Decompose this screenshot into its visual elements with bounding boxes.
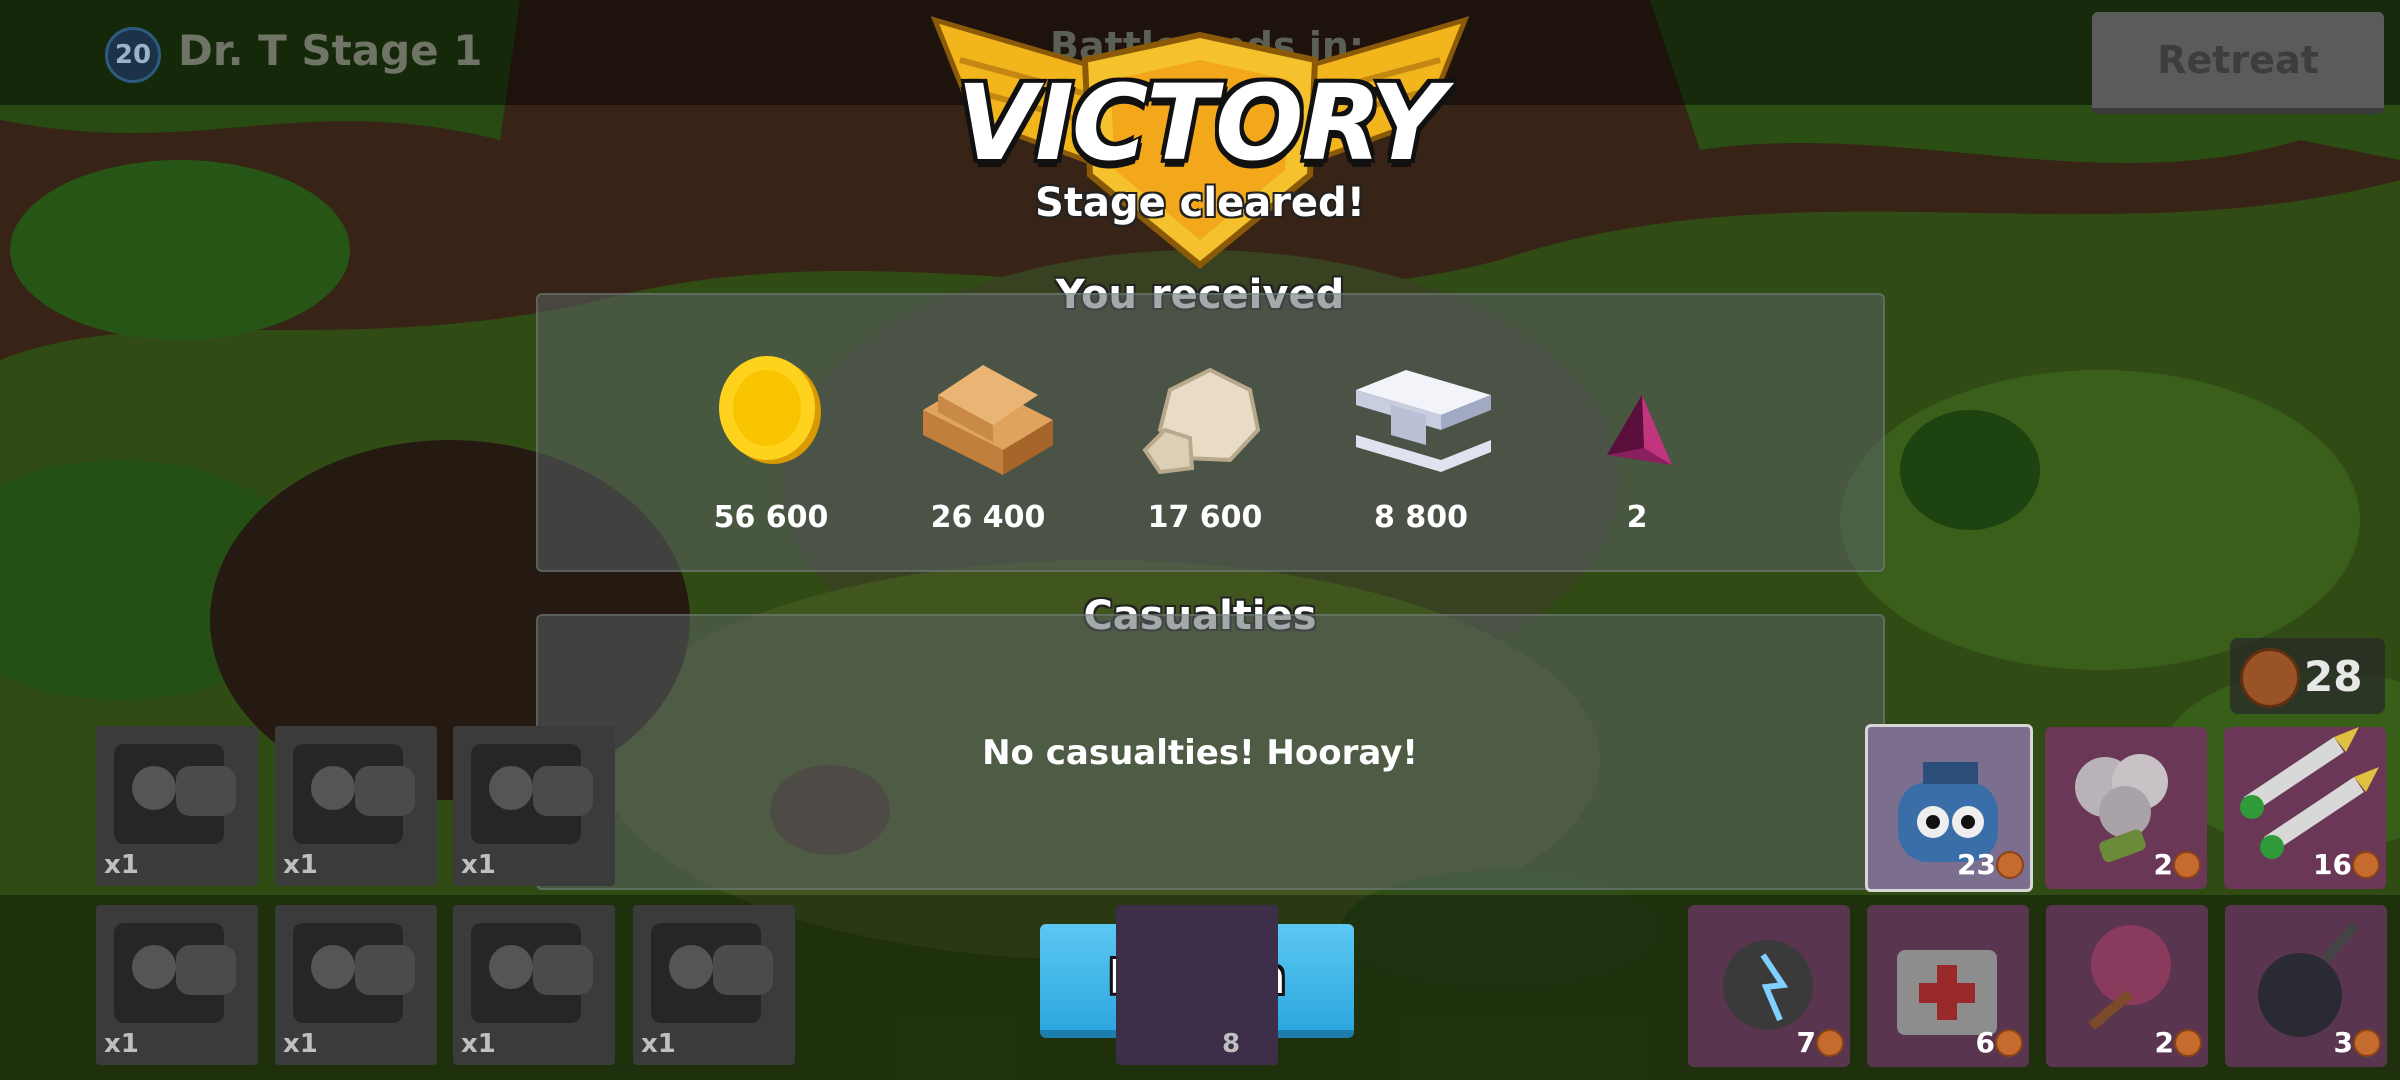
ability-cost-icon <box>2352 851 2380 879</box>
hidden-card-count: 8 <box>1222 1029 1241 1059</box>
ability-cost-icon <box>2353 1029 2381 1057</box>
reward-amount: 17 600 <box>1147 500 1263 535</box>
ability-count: 2 <box>2154 1026 2174 1059</box>
ability-flare[interactable]: 2 <box>2046 905 2208 1067</box>
stage-cleared-text: Stage cleared! <box>1035 180 1365 226</box>
troop-card: x1 <box>633 905 795 1065</box>
troop-count: x1 <box>104 1029 139 1059</box>
troop-count: x1 <box>283 1029 318 1059</box>
reward-amount: 56 600 <box>713 500 829 535</box>
troop-card: x1 <box>96 905 258 1065</box>
troop-card: x1 <box>275 726 437 886</box>
reward-power-stone: 2 <box>1552 350 1722 550</box>
ability-cost-icon <box>2173 851 2201 879</box>
troop-card: x1 <box>275 905 437 1065</box>
troop-count: x1 <box>283 850 318 880</box>
troop-count: x1 <box>461 1029 496 1059</box>
ability-cost-icon <box>1816 1029 1844 1057</box>
energy-counter: 28 <box>2230 638 2385 714</box>
ability-cost-icon <box>2174 1029 2202 1057</box>
stone-icon <box>1142 367 1261 475</box>
reward-amount: 2 <box>1626 500 1648 535</box>
ability-barrage[interactable]: 16 <box>2224 727 2386 889</box>
power-stone-icon <box>1607 395 1672 465</box>
hidden-ability-card: 8 <box>1116 905 1278 1065</box>
ability-shock-bomb[interactable]: 7 <box>1688 905 1850 1067</box>
troop-count: x1 <box>641 1029 676 1059</box>
reward-amount: 26 400 <box>930 500 1046 535</box>
troop-card: x1 <box>453 726 615 886</box>
reward-amount: 8 800 <box>1374 500 1468 535</box>
reward-wood: 26 400 <box>903 350 1073 550</box>
ability-smoke-screen[interactable]: 2 <box>2045 727 2207 889</box>
wood-icon <box>923 365 1053 475</box>
ability-cost-icon <box>1995 1029 2023 1057</box>
ability-count: 7 <box>1796 1026 1816 1059</box>
victory-title: VICTORY <box>956 62 1446 184</box>
ability-count: 23 <box>1957 848 1996 881</box>
ability-count: 3 <box>2333 1026 2353 1059</box>
ability-robot[interactable]: 23 <box>1865 724 2033 892</box>
reward-iron: 8 800 <box>1336 350 1506 550</box>
energy-icon <box>2240 648 2300 708</box>
reward-gold: 56 600 <box>686 350 856 550</box>
ability-medkit[interactable]: 6 <box>1867 905 2029 1067</box>
reward-stone: 17 600 <box>1120 350 1290 550</box>
iron-icon <box>1356 370 1491 472</box>
ability-bomb[interactable]: 3 <box>2225 905 2387 1067</box>
gold-coin-icon <box>719 356 821 464</box>
ability-count: 16 <box>2313 848 2352 881</box>
troop-card: x1 <box>96 726 258 886</box>
troop-card: x1 <box>453 905 615 1065</box>
troop-count: x1 <box>104 850 139 880</box>
ability-count: 2 <box>2153 848 2173 881</box>
troop-count: x1 <box>461 850 496 880</box>
energy-value: 28 <box>2304 652 2363 701</box>
ability-count: 6 <box>1975 1026 1995 1059</box>
ability-cost-icon <box>1996 851 2024 879</box>
